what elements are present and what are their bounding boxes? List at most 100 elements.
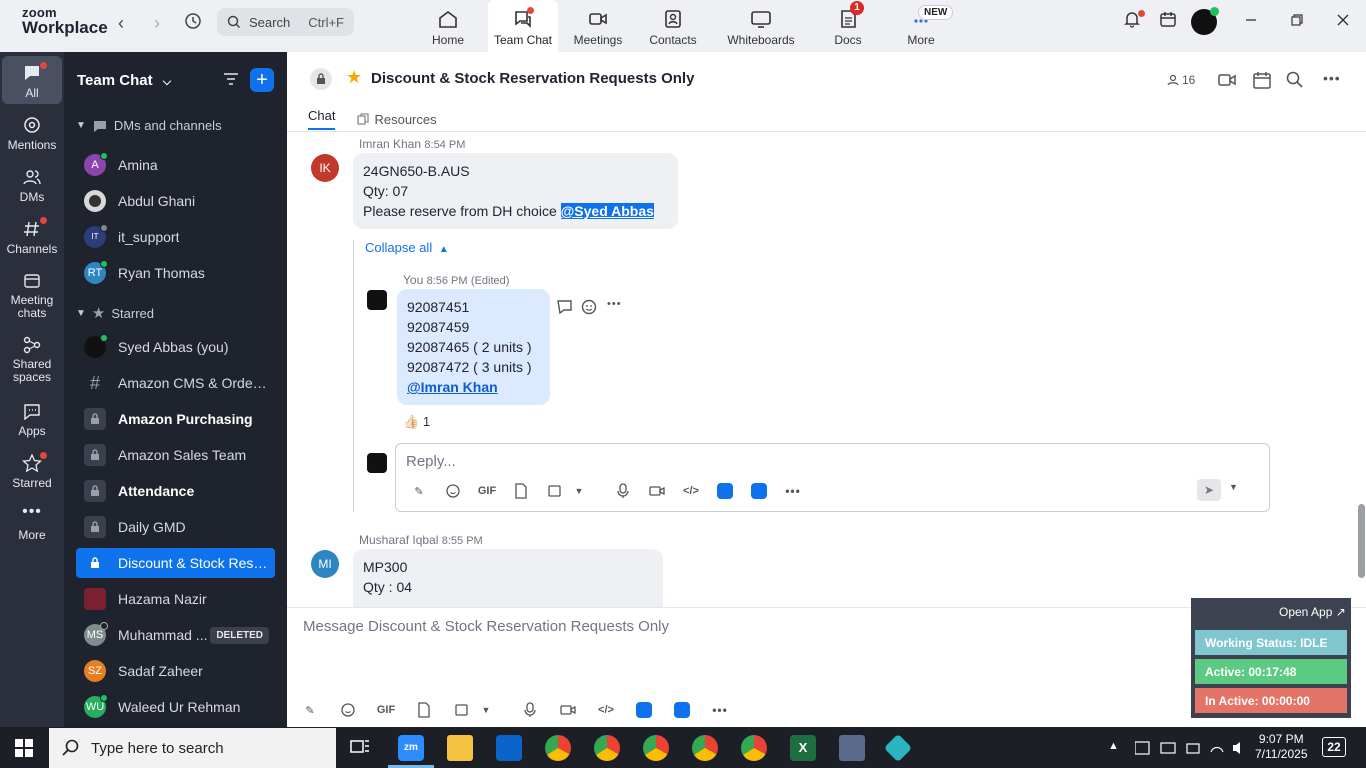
rail-mentions[interactable]: Mentions bbox=[2, 116, 62, 152]
sidebar-item-ryan-thomas[interactable]: RT Ryan Thomas bbox=[76, 258, 275, 288]
rail-more[interactable]: ••• More bbox=[2, 504, 62, 543]
app-icon-2[interactable] bbox=[742, 480, 776, 502]
microphone-icon[interactable] bbox=[606, 480, 640, 502]
tab-resources[interactable]: Resources bbox=[357, 108, 437, 130]
emoji-icon[interactable] bbox=[331, 699, 365, 721]
reply-input[interactable]: Reply... bbox=[406, 453, 456, 470]
filter-icon[interactable] bbox=[222, 70, 240, 88]
app-icon-1[interactable] bbox=[708, 480, 742, 502]
chrome-icon-4[interactable] bbox=[692, 735, 718, 761]
close-button[interactable] bbox=[1330, 10, 1356, 36]
file-explorer-icon[interactable] bbox=[447, 735, 473, 761]
forward-button[interactable]: › bbox=[146, 12, 168, 34]
reply-in-thread-icon[interactable] bbox=[556, 298, 574, 316]
video-call-icon[interactable] bbox=[1217, 70, 1237, 90]
sidebar-item-discount-stock[interactable]: Discount & Stock Reser... bbox=[76, 548, 275, 578]
app-icon-1[interactable] bbox=[627, 699, 661, 721]
sidebar-item-abdul-ghani[interactable]: Abdul Ghani bbox=[76, 186, 275, 216]
add-reaction-icon[interactable] bbox=[580, 298, 598, 316]
calendar-icon[interactable] bbox=[1252, 70, 1272, 90]
chrome-icon-2[interactable] bbox=[594, 735, 620, 761]
more-options-icon[interactable]: ••• bbox=[1323, 70, 1343, 90]
format-icon[interactable]: ✎ bbox=[293, 699, 327, 721]
sidebar-item-attendance[interactable]: Attendance bbox=[76, 476, 275, 506]
sidebar-title[interactable]: Team Chat ⌵ bbox=[77, 72, 171, 89]
open-app-button[interactable]: Open App ↗ bbox=[1279, 605, 1346, 619]
chevron-down-icon[interactable]: ▼ bbox=[1229, 482, 1238, 492]
code-icon[interactable]: </> bbox=[589, 699, 623, 721]
tab-whiteboards[interactable]: Whiteboards bbox=[721, 0, 801, 52]
chevron-down-icon[interactable]: ▼ bbox=[479, 699, 493, 721]
windows-start-icon[interactable] bbox=[15, 739, 33, 757]
message-bubble[interactable]: MP300 Qty : 04 bbox=[353, 549, 663, 607]
restore-button[interactable] bbox=[1284, 10, 1310, 36]
sidebar-item-amazon-cms[interactable]: # Amazon CMS & OrderA... bbox=[76, 368, 275, 398]
avatar[interactable] bbox=[367, 290, 387, 310]
app-diamond-icon[interactable] bbox=[883, 733, 913, 763]
reaction-chip[interactable]: 👍🏻 1 bbox=[403, 414, 430, 430]
microphone-icon[interactable] bbox=[513, 699, 547, 721]
tray-icons[interactable] bbox=[1134, 739, 1245, 768]
task-view-icon[interactable] bbox=[348, 735, 374, 761]
video-clip-icon[interactable] bbox=[640, 480, 674, 502]
minimize-button[interactable] bbox=[1238, 10, 1264, 36]
calculator-icon[interactable] bbox=[839, 735, 865, 761]
star-icon[interactable]: ★ bbox=[346, 67, 362, 88]
rail-meeting-chats[interactable]: Meeting chats bbox=[2, 272, 62, 320]
video-clip-icon[interactable] bbox=[551, 699, 585, 721]
notification-center[interactable]: 22 bbox=[1322, 737, 1346, 757]
excel-icon[interactable]: X bbox=[790, 735, 816, 761]
message-bubble[interactable]: 24GN650-B.AUS Qty: 07 Please reserve fro… bbox=[353, 153, 678, 229]
back-button[interactable]: ‹ bbox=[110, 12, 132, 34]
sidebar-item-daily-gmd[interactable]: Daily GMD bbox=[76, 512, 275, 542]
sidebar-item-syed-abbas[interactable]: Syed Abbas (you) bbox=[76, 332, 275, 362]
notifications-icon[interactable] bbox=[1119, 10, 1145, 36]
sender-name[interactable]: Imran Khan bbox=[359, 137, 421, 151]
rail-dms[interactable]: DMs bbox=[2, 168, 62, 204]
screenshot-icon[interactable] bbox=[445, 699, 479, 721]
rail-all[interactable]: All bbox=[2, 56, 62, 104]
avatar[interactable]: IK bbox=[311, 154, 339, 182]
members-button[interactable]: 16 bbox=[1167, 70, 1207, 90]
avatar[interactable]: MI bbox=[311, 550, 339, 578]
calendar-gift-icon[interactable] bbox=[1155, 10, 1181, 36]
rail-channels[interactable]: Channels bbox=[2, 217, 62, 256]
collapse-all-button[interactable]: Collapse all ▲ bbox=[365, 240, 449, 255]
sidebar-item-waleed-ur-rehman[interactable]: WU Waleed Ur Rehman bbox=[76, 692, 275, 722]
profile-avatar[interactable] bbox=[1191, 7, 1219, 35]
chrome-icon-3[interactable] bbox=[643, 735, 669, 761]
sidebar-item-muhammad[interactable]: MS Muhammad ... DELETED bbox=[76, 620, 275, 650]
scrollbar-thumb[interactable] bbox=[1358, 504, 1365, 578]
send-icon[interactable]: ➤ bbox=[1197, 479, 1221, 501]
message-scrollbar[interactable] bbox=[1357, 132, 1366, 607]
more-actions-icon[interactable]: ••• bbox=[607, 298, 625, 316]
sidebar-item-amazon-purchasing[interactable]: Amazon Purchasing bbox=[76, 404, 275, 434]
section-starred[interactable]: ▼ ★ Starred bbox=[76, 304, 154, 322]
reply-box[interactable]: Reply... ✎ GIF ▼ </> ••• ➤ ▼ bbox=[395, 443, 1270, 512]
message-input[interactable]: Message Discount & Stock Reservation Req… bbox=[303, 618, 669, 635]
chrome-icon-5[interactable] bbox=[741, 735, 767, 761]
sender-name[interactable]: Musharaf Iqbal bbox=[359, 533, 438, 547]
zoom-taskbar-icon[interactable]: zm bbox=[398, 735, 424, 761]
gif-button[interactable]: GIF bbox=[369, 699, 403, 721]
sidebar-item-sadaf-zaheer[interactable]: SZ Sadaf Zaheer bbox=[76, 656, 275, 686]
app-icon-2[interactable] bbox=[665, 699, 699, 721]
channel-title[interactable]: Discount & Stock Reservation Requests On… bbox=[371, 70, 694, 87]
code-icon[interactable]: </> bbox=[674, 480, 708, 502]
sidebar-item-hazama-nazir[interactable]: Hazama Nazir bbox=[76, 584, 275, 614]
chevron-down-icon[interactable]: ▼ bbox=[572, 480, 586, 502]
rail-starred[interactable]: Starred bbox=[2, 452, 62, 490]
section-dms-channels[interactable]: ▼ DMs and channels bbox=[76, 118, 222, 133]
file-icon[interactable] bbox=[407, 699, 441, 721]
mention-link[interactable]: @Imran Khan bbox=[407, 379, 498, 395]
search-icon[interactable] bbox=[1285, 70, 1305, 90]
gif-button[interactable]: GIF bbox=[470, 480, 504, 502]
more-tools-icon[interactable]: ••• bbox=[703, 699, 737, 721]
chrome-icon-1[interactable] bbox=[545, 735, 571, 761]
tab-home[interactable]: Home bbox=[413, 0, 483, 52]
tab-docs[interactable]: 1 Docs bbox=[813, 0, 883, 52]
new-chat-button[interactable]: + bbox=[250, 68, 274, 92]
more-tools-icon[interactable]: ••• bbox=[776, 480, 810, 502]
search-input[interactable]: Search Ctrl+F bbox=[217, 8, 354, 36]
rail-shared-spaces[interactable]: Shared spaces bbox=[2, 336, 62, 384]
